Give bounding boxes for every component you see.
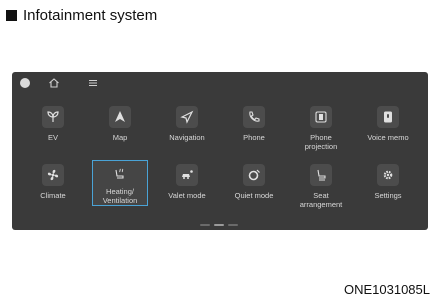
app-ev[interactable]: EV [23,102,83,154]
app-phone-projection[interactable]: Phone projection [291,102,351,154]
profile-icon[interactable] [20,78,30,88]
app-phone[interactable]: Phone [224,102,284,154]
navigation-icon [176,106,198,128]
map-arrow-icon [109,106,131,128]
app-label: EV [47,133,58,142]
heading-square-icon [6,9,17,21]
app-navigation[interactable]: Navigation [157,102,217,154]
home-icon[interactable] [48,77,60,89]
app-label: Map [112,133,128,142]
valet-car-icon [176,164,198,186]
section-heading: Infotainment system [6,6,157,24]
app-valet-mode[interactable]: Valet mode [157,160,217,212]
app-label: Navigation [169,133,205,142]
app-label: Climate [40,191,66,200]
infotainment-screen: EV Map Navigation Phone Phone projection [12,72,428,230]
page-dot [228,224,238,226]
app-voice-memo[interactable]: Voice memo [358,102,418,154]
heading-title: Infotainment system [23,6,158,24]
app-label: Voice memo [367,133,409,142]
app-seat-arrangement[interactable]: Seat arrangement [291,160,351,212]
app-label: Settings [374,191,402,200]
image-code: ONE1031085L [343,282,430,297]
page-indicator [200,224,238,226]
app-label: Quiet mode [234,191,274,200]
app-label: Phone [243,133,265,142]
seat-heating-icon [109,165,131,182]
app-label: Heating/ Ventilation [102,187,138,205]
app-label: Valet mode [168,191,206,200]
app-settings[interactable]: Settings [358,160,418,212]
page-dot [214,224,224,226]
quiet-mode-icon [243,164,265,186]
page-dot [200,224,210,226]
fan-icon [42,164,64,186]
phone-icon [243,106,265,128]
gear-icon [377,164,399,186]
screen-topbar [12,72,428,94]
app-climate[interactable]: Climate [23,160,83,212]
app-quiet-mode[interactable]: Quiet mode [224,160,284,212]
app-map[interactable]: Map [90,102,150,154]
app-label: Seat arrangement [299,191,343,209]
menu-icon[interactable] [88,79,98,87]
phone-projection-icon [310,106,332,128]
app-heating-ventilation[interactable]: Heating/ Ventilation [92,160,148,206]
voice-memo-icon [377,106,399,128]
ev-leaf-icon [42,106,64,128]
seat-icon [310,164,332,186]
app-label: Phone projection [304,133,338,151]
